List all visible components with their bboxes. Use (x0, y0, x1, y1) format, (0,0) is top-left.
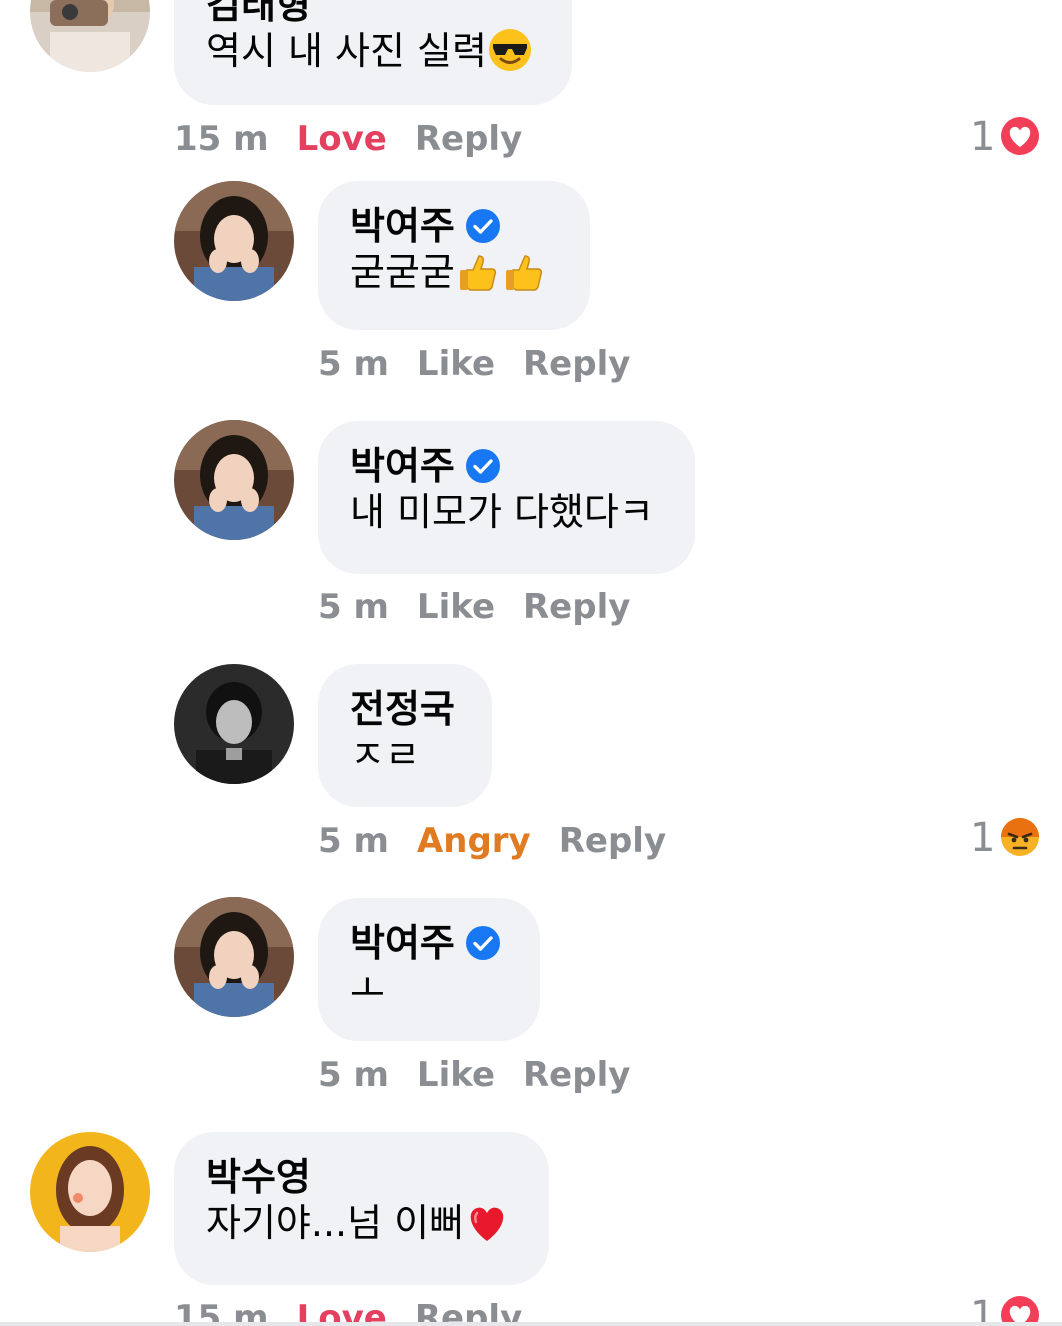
comment-bubble: 김태형 역시 내 사진 실력 (174, 0, 572, 105)
comment-bubble: 박여주 ㅗ (318, 898, 540, 1041)
like-button[interactable]: Like (417, 1055, 495, 1095)
comment-text: 내 미모가 다했다ㅋ (350, 490, 654, 534)
reaction-count: 1 (970, 114, 996, 160)
comment-meta: 5 m Like Reply (318, 587, 658, 627)
comment-time: 15 m (174, 119, 269, 159)
comment-time: 5 m (318, 344, 389, 384)
verified-badge-icon (465, 208, 500, 243)
thumbs-up-emoji (505, 254, 543, 291)
reply-button[interactable]: Reply (523, 344, 630, 384)
angry-reaction-button[interactable]: Angry (417, 821, 531, 861)
like-button[interactable]: Like (417, 587, 495, 627)
comment-meta: 5 m Like Reply (318, 344, 658, 384)
comment-thread: 김태형 역시 내 사진 실력 15 m Love Reply 1 박여주 굳굳굳… (0, 0, 1062, 1326)
avatar-jeon-jungkook[interactable] (174, 664, 294, 784)
reply-button[interactable]: Reply (523, 1055, 630, 1095)
comment-text: ㅈㄹ (350, 733, 420, 777)
comment-author[interactable]: 전정국 (350, 686, 460, 732)
reply-button[interactable]: Reply (559, 821, 666, 861)
comment-time: 5 m (318, 1055, 389, 1095)
comment-meta: 5 m Like Reply (318, 1055, 658, 1095)
comment-author[interactable]: 박여주 (350, 444, 455, 488)
comment-text: 굳굳굳 (350, 250, 455, 294)
reaction-summary[interactable]: 1 (970, 114, 1043, 160)
love-reaction-button[interactable]: Love (297, 119, 387, 159)
avatar-park-sooyoung[interactable] (30, 1132, 150, 1252)
comment-bubble: 박여주 내 미모가 다했다ㅋ (318, 421, 695, 574)
comment-bubble: 박수영 자기야...넘 이뻐 (174, 1132, 549, 1285)
bottom-divider (0, 1322, 1062, 1326)
reply-button[interactable]: Reply (415, 119, 522, 159)
heart-reaction-icon (998, 114, 1043, 158)
comment-meta: 5 m Angry Reply (318, 821, 694, 861)
reaction-count: 1 (970, 815, 996, 861)
thumbs-up-emoji (459, 254, 497, 291)
like-button[interactable]: Like (417, 344, 495, 384)
avatar-park-yeoju[interactable] (174, 897, 294, 1017)
comment-time: 5 m (318, 587, 389, 627)
heart-reaction-icon (998, 1293, 1043, 1326)
verified-badge-icon (465, 925, 500, 960)
comment-text: 자기야...넘 이뻐 (206, 1201, 465, 1245)
comment-author[interactable]: 김태형 (206, 0, 540, 28)
avatar-kim-taehyung[interactable] (30, 0, 150, 72)
comment-bubble: 박여주 굳굳굳 (318, 181, 590, 330)
comment-text: 역시 내 사진 실력 (206, 29, 487, 73)
red-heart-emoji (470, 1207, 504, 1241)
comment-meta: 15 m Love Reply (174, 119, 550, 159)
comment-bubble: 전정국 ㅈㄹ (318, 664, 492, 807)
reply-button[interactable]: Reply (523, 587, 630, 627)
comment-author[interactable]: 박수영 (206, 1154, 517, 1200)
angry-reaction-icon (998, 815, 1043, 859)
reaction-summary[interactable]: 1 (970, 815, 1043, 861)
comment-author[interactable]: 박여주 (350, 921, 455, 965)
verified-badge-icon (465, 448, 500, 483)
avatar-park-yeoju[interactable] (174, 420, 294, 540)
comment-time: 5 m (318, 821, 389, 861)
comment-author[interactable]: 박여주 (350, 204, 455, 248)
comment-text: ㅗ (350, 967, 385, 1011)
avatar-park-yeoju[interactable] (174, 181, 294, 301)
smiling-face-with-sunglasses-emoji (488, 28, 531, 71)
